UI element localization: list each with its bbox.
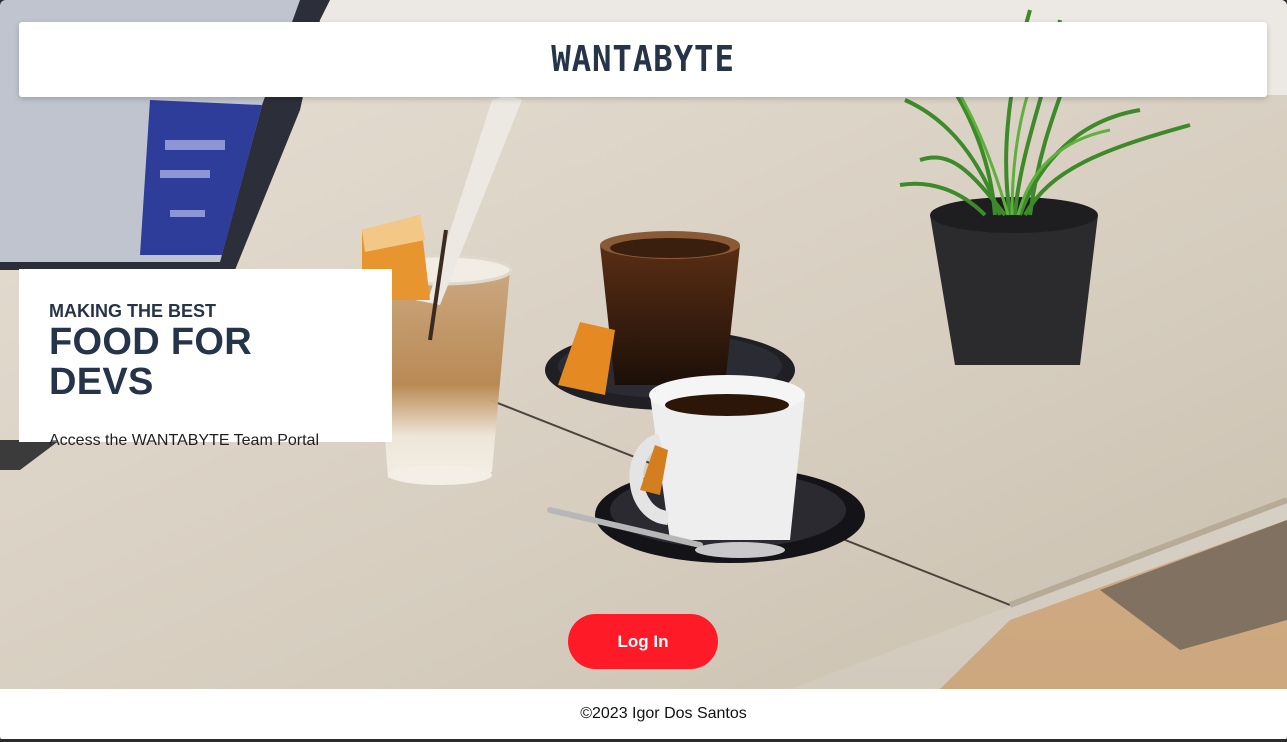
page: WANTABYTE MAKING THE BEST FOOD FOR DEVS … (0, 0, 1287, 742)
login-button[interactable]: Log In (568, 614, 718, 669)
hero-subtitle: Access the WANTABYTE Team Portal (49, 432, 320, 449)
intro-card: MAKING THE BEST FOOD FOR DEVS Access the… (19, 269, 392, 449)
site-footer: ©2023 Igor Dos Santos (0, 689, 1287, 739)
wantabyte-logo[interactable]: WANTABYTE (551, 39, 735, 80)
hero-title: FOOD FOR DEVS (49, 321, 252, 403)
hero-kicker: MAKING THE BEST (49, 301, 217, 321)
copyright-text: ©2023 Igor Dos Santos (580, 705, 747, 722)
site-header: WANTABYTE (19, 22, 1267, 97)
